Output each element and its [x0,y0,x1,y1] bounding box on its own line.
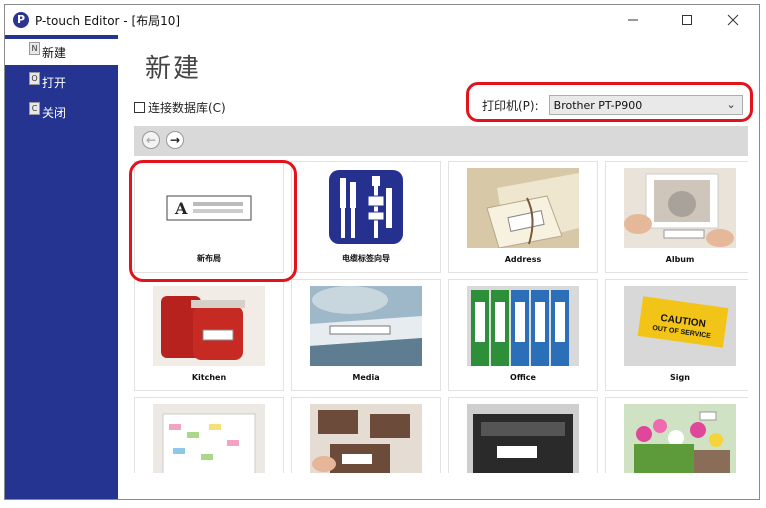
new-layout-highlight-box [129,160,297,282]
maximize-button[interactable] [665,7,709,33]
tile-label: Media [352,373,380,382]
sidebar-item-new[interactable]: N 新建 [5,39,118,65]
template-tile-media[interactable]: Media [291,279,441,391]
connect-database-checkbox[interactable]: 连接数据库(C) [134,99,226,116]
navigation-bar: ← → [134,126,748,156]
address-photo [467,168,579,248]
forward-button[interactable]: → [166,131,184,149]
sidebar-item-open[interactable]: O 打开 [5,69,118,95]
cable-label-wizard-icon [329,170,403,244]
sign-photo: CAUTION OUT OF SERVICE [624,286,736,366]
calendar-photo [153,404,265,473]
media-photo [310,286,422,366]
sidebar-item-close[interactable]: C 关闭 [5,99,118,125]
minimize-button[interactable] [611,7,655,33]
office-photo [467,286,579,366]
tile-label: 电缆标签向导 [342,254,390,263]
template-tile-calendar[interactable] [134,397,284,473]
close-icon [727,14,739,26]
tile-label: Sign [670,373,690,382]
title-bar: P P-touch Editor - [布局10] [5,5,759,35]
connect-database-label: 连接数据库(C) [148,101,226,115]
tile-label: Kitchen [191,373,227,382]
template-tile-flowers[interactable] [605,397,748,473]
tile-label: Address [504,255,542,264]
page-title: 新建 [145,54,202,84]
album-photo [624,168,736,248]
forward-arrow-icon: → [169,133,181,147]
template-tile-album[interactable]: Album [605,161,748,273]
sidebar: N 新建 O 打开 C 关闭 [5,35,118,499]
back-arrow-icon: ← [145,133,157,147]
checkbox-box[interactable] [134,102,145,113]
template-tile-kitchen[interactable]: Kitchen [134,279,284,391]
flowers-photo [624,404,736,473]
template-tile-address[interactable]: Address [448,161,598,273]
device-photo [467,404,579,473]
labels-photo [310,404,422,473]
minimize-icon [628,19,638,21]
window-title: P-touch Editor - [布局10] [35,14,181,28]
sidebar-item-label: 打开 [42,75,67,90]
kitchen-photo [153,286,265,366]
tile-label: Album [665,255,695,264]
back-button[interactable]: ← [142,131,160,149]
template-tile-labels[interactable] [291,397,441,473]
template-tile-device[interactable] [448,397,598,473]
template-tile-cable-wizard[interactable]: 电缆标签向导 [291,161,441,273]
app-window: P P-touch Editor - [布局10] N 新建 O 打开 C 关闭… [4,4,760,500]
open-document-icon: O [29,71,40,85]
close-button[interactable] [711,7,755,33]
tile-label: Office [510,373,536,382]
printer-highlight-box [466,82,753,122]
app-logo-icon: P [13,12,29,28]
template-tile-office[interactable]: Office [448,279,598,391]
maximize-icon [682,15,692,25]
new-document-icon: N [29,41,40,55]
close-document-icon: C [29,101,40,115]
sidebar-item-label: 关闭 [42,105,67,120]
template-tile-sign[interactable]: CAUTION OUT OF SERVICE Sign [605,279,748,391]
sidebar-item-label: 新建 [42,45,67,60]
